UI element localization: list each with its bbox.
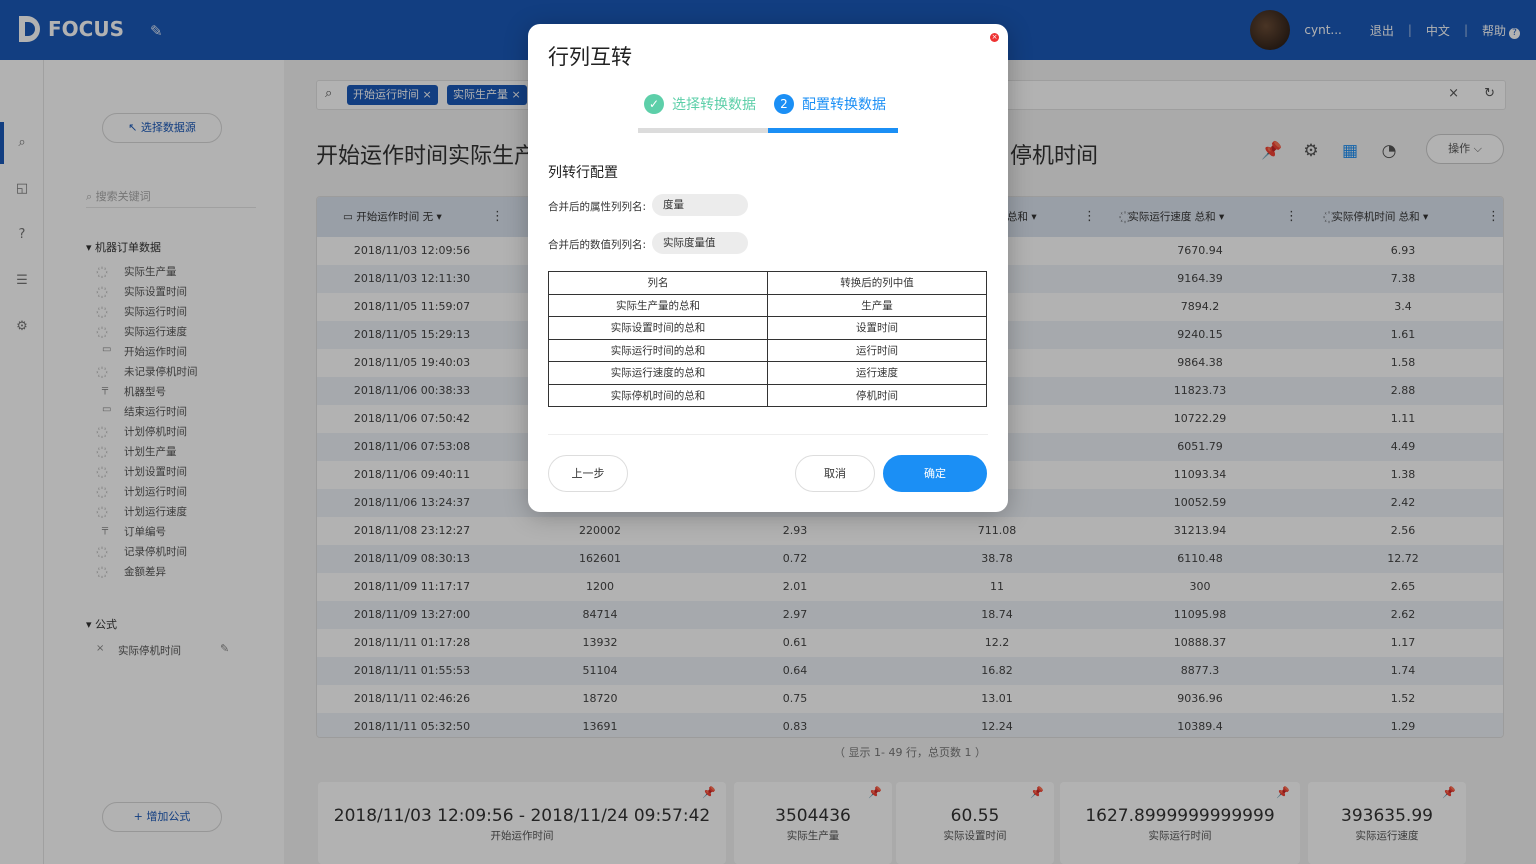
divider: [548, 434, 988, 435]
value-column-label: 合并后的数值列列名:: [548, 239, 647, 251]
progress-track: [638, 128, 768, 133]
mapping-header: 列名: [548, 271, 768, 295]
attr-column-input[interactable]: 度量: [652, 194, 748, 216]
mapping-row[interactable]: 实际设置时间的总和 设置时间: [548, 316, 987, 340]
step-label: 配置转换数据: [802, 97, 886, 113]
step-number: 2: [774, 94, 794, 114]
target-value-cell[interactable]: 设置时间: [767, 316, 987, 340]
cancel-button[interactable]: 取消: [795, 455, 875, 492]
close-icon[interactable]: ×: [990, 33, 999, 42]
mapping-row[interactable]: 实际运行时间的总和 运行时间: [548, 338, 987, 362]
target-value-cell[interactable]: 停机时间: [767, 383, 987, 407]
pivot-dialog: × 行列互转 ✓ 选择转换数据 2 配置转换数据 列转行配置 合并后的属性列列名…: [528, 24, 1008, 512]
source-column-cell: 实际停机时间的总和: [548, 383, 768, 407]
mapping-table: 列名 转换后的列中值 实际生产量的总和 生产量 实际设置时间的总和 设置时间 实际运行时间的…: [548, 271, 987, 407]
prev-step-button[interactable]: 上一步: [548, 455, 628, 492]
step-config-data[interactable]: 2 配置转换数据: [774, 94, 886, 114]
mapping-row[interactable]: 实际生产量的总和 生产量: [548, 293, 987, 317]
check-icon: ✓: [644, 94, 664, 114]
mapping-row[interactable]: 实际运行速度的总和 运行速度: [548, 361, 987, 385]
source-column-cell: 实际运行速度的总和: [548, 361, 768, 385]
confirm-button[interactable]: 确定: [883, 455, 987, 492]
target-value-cell[interactable]: 运行时间: [767, 338, 987, 362]
attr-column-label: 合并后的属性列列名:: [548, 201, 647, 213]
target-value-cell[interactable]: 生产量: [767, 293, 987, 317]
source-column-cell: 实际设置时间的总和: [548, 316, 768, 340]
value-column-input[interactable]: 实际度量值: [652, 232, 748, 254]
source-column-cell: 实际生产量的总和: [548, 293, 768, 317]
progress-fill: [768, 128, 898, 133]
mapping-row[interactable]: 实际停机时间的总和 停机时间: [548, 383, 987, 407]
section-title: 列转行配置: [548, 165, 618, 181]
dialog-title: 行列互转: [548, 45, 632, 69]
mapping-header: 转换后的列中值: [767, 271, 987, 295]
mapping-header-row: 列名 转换后的列中值: [548, 271, 987, 295]
source-column-cell: 实际运行时间的总和: [548, 338, 768, 362]
step-select-data[interactable]: ✓ 选择转换数据: [644, 94, 756, 114]
step-label: 选择转换数据: [672, 97, 756, 113]
target-value-cell[interactable]: 运行速度: [767, 361, 987, 385]
